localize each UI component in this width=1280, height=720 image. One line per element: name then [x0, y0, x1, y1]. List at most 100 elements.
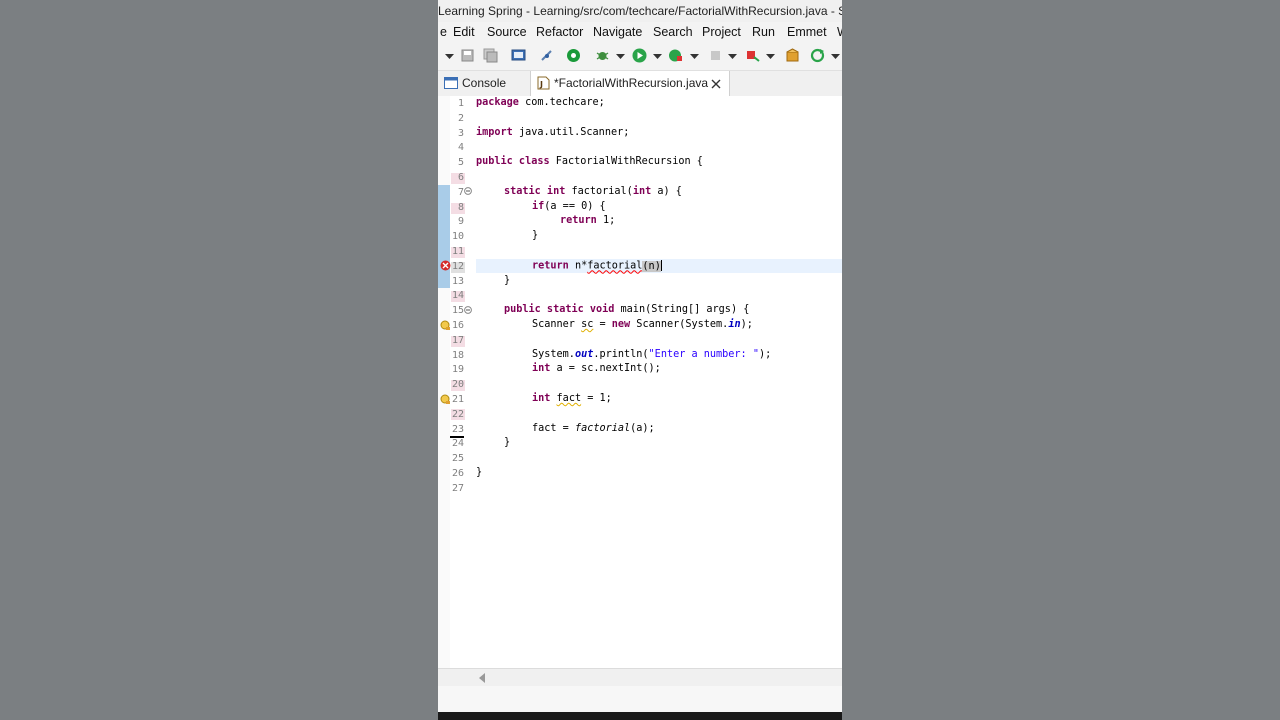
code-token: java.util.Scanner; [512, 127, 630, 138]
stop-icon[interactable] [708, 48, 723, 63]
menu-bar: e Edit Source Refactor Navigate Search P… [438, 22, 842, 43]
menu-project[interactable]: Project [702, 25, 741, 39]
code-token: package [476, 97, 519, 108]
package-icon[interactable] [785, 48, 800, 63]
terminal-icon[interactable] [511, 48, 526, 63]
scroll-left-icon[interactable] [478, 673, 486, 683]
save-all-icon[interactable] [483, 48, 498, 63]
menu-edit[interactable]: Edit [453, 25, 475, 39]
debug-icon[interactable] [595, 48, 610, 63]
code-token: } [532, 230, 539, 241]
dropdown-arrow-icon[interactable] [613, 48, 628, 63]
skip-breakpoints-icon[interactable] [539, 48, 554, 63]
code-token: a = sc.nextInt(); [550, 363, 661, 374]
code-token: return [532, 260, 569, 272]
code-token: public class [476, 156, 550, 167]
line-number: 17 [451, 335, 464, 346]
menu-source[interactable]: Source [487, 25, 527, 39]
code-line: return 1; [560, 215, 615, 226]
line-number: 20 [451, 379, 464, 390]
code-line: static int factorial(int a) { [504, 186, 682, 197]
code-line: if(a == 0) { [532, 201, 606, 212]
save-icon[interactable] [460, 48, 475, 63]
code-token-warning: fact [556, 393, 582, 404]
line-number: 15 [451, 305, 464, 316]
code-line: Scanner sc = new Scanner(System.in); [532, 319, 753, 330]
code-token: static int [504, 186, 566, 197]
editor-tab-bar: Console J *FactorialWithRecursion.java [438, 71, 842, 97]
line-number: 4 [457, 142, 464, 153]
code-token: ); [740, 319, 753, 330]
tab-console[interactable]: Console [438, 71, 530, 96]
line-number: 16 [451, 320, 464, 331]
line-number: 12 [451, 261, 464, 272]
dropdown-arrow-icon[interactable] [442, 48, 457, 63]
coverage-icon[interactable] [668, 48, 683, 63]
editor-ruler [438, 96, 450, 668]
menu-run[interactable]: Run [752, 25, 775, 39]
line-number: 18 [451, 350, 464, 361]
horizontal-scrollbar[interactable] [438, 668, 842, 687]
menu-file-partial[interactable]: e [440, 25, 447, 39]
code-token: if [532, 201, 545, 212]
code-token-warning: sc [581, 319, 594, 330]
dropdown-arrow-icon[interactable] [687, 48, 702, 63]
close-tab-icon[interactable] [711, 79, 721, 89]
code-editor[interactable]: 1 2 3 4 5 6 7 8 9 10 11 12 13 14 15 16 1… [438, 96, 842, 668]
menu-refactor[interactable]: Refactor [536, 25, 583, 39]
code-token: FactorialWithRecursion { [549, 156, 703, 167]
code-token: int [632, 186, 652, 197]
code-token: (a); [630, 423, 655, 434]
fold-collapse-icon[interactable] [464, 306, 472, 314]
line-number: 6 [457, 172, 464, 183]
line-number: 5 [457, 157, 464, 168]
code-token: = [593, 319, 612, 330]
code-token: System. [532, 349, 575, 360]
run-icon[interactable] [632, 48, 647, 63]
code-line: } [532, 230, 538, 241]
external-tools-icon[interactable] [745, 48, 760, 63]
line-number: 22 [451, 409, 464, 420]
line-number: 7 [457, 187, 464, 198]
java-file-icon: J [537, 76, 550, 90]
window-title-bar: Learning Spring - Learning/src/com/techc… [438, 0, 842, 22]
code-token: 1; [596, 215, 616, 226]
code-token: fact = [532, 423, 575, 434]
menu-window-partial[interactable]: W [837, 25, 842, 39]
menu-navigate[interactable]: Navigate [593, 25, 642, 39]
line-number: 24 [451, 438, 464, 449]
code-token: main(String[] args) { [614, 304, 750, 315]
dropdown-arrow-icon[interactable] [763, 48, 778, 63]
build-icon[interactable] [566, 48, 581, 63]
dropdown-arrow-icon[interactable] [725, 48, 740, 63]
line-number: 1 [457, 98, 464, 109]
code-token: import [476, 127, 513, 138]
line-number: 19 [451, 364, 464, 375]
code-token: a) { [651, 186, 682, 197]
dropdown-arrow-icon[interactable] [650, 48, 665, 63]
line-number: 21 [451, 394, 464, 405]
dropdown-arrow-icon[interactable] [828, 48, 842, 63]
refresh-icon[interactable] [810, 48, 825, 63]
fold-collapse-icon[interactable] [464, 187, 472, 195]
menu-search[interactable]: Search [653, 25, 693, 39]
svg-text:J: J [539, 80, 543, 89]
code-token: int [532, 363, 551, 374]
code-token: Scanner [532, 319, 582, 330]
quick-diff-bar [438, 185, 450, 288]
line-number: 3 [457, 128, 464, 139]
code-token-error: factorial [587, 260, 643, 272]
code-line: } [504, 275, 510, 286]
code-token: ); [758, 349, 772, 360]
code-token: factorial( [565, 186, 633, 197]
code-line: public static void main(String[] args) { [504, 304, 749, 315]
code-line: fact = factorial(a); [532, 423, 655, 434]
code-token: in [728, 319, 741, 330]
toolbar [438, 43, 842, 71]
menu-emmet[interactable]: Emmet [787, 25, 827, 39]
code-token: return [560, 215, 597, 226]
eclipse-window: Learning Spring - Learning/src/com/techc… [438, 0, 842, 720]
tab-factorial-java[interactable]: J *FactorialWithRecursion.java [530, 71, 730, 96]
line-number: 11 [451, 246, 464, 257]
code-token: } [504, 275, 511, 286]
